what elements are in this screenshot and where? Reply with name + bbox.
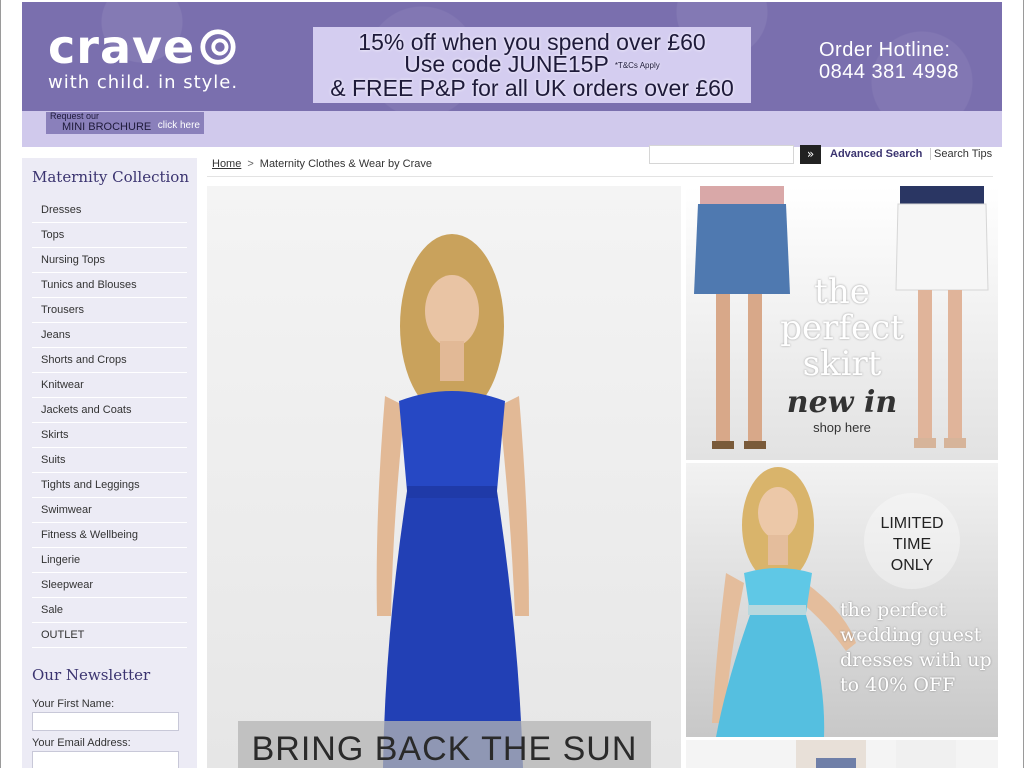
email-field[interactable] bbox=[32, 751, 179, 768]
model-blue-dress-image bbox=[376, 234, 529, 768]
skirt-banner-text: the perfect skirt new in shop here bbox=[686, 274, 998, 435]
wedding-banner-text: the perfect wedding guest dresses with u… bbox=[840, 599, 992, 696]
divider bbox=[207, 176, 993, 177]
email-label: Your Email Address: bbox=[32, 737, 131, 749]
breadcrumb-separator: > bbox=[247, 158, 254, 170]
category-list: Dresses Tops Nursing Tops Tunics and Blo… bbox=[32, 198, 187, 648]
search-go-button[interactable]: » bbox=[800, 145, 821, 164]
limited-line-3: ONLY bbox=[890, 557, 934, 574]
breadcrumb-home-link[interactable]: Home bbox=[212, 158, 241, 170]
category-dresses[interactable]: Dresses bbox=[32, 198, 187, 223]
promo-banner[interactable]: 15% off when you spend over £60 Use code… bbox=[313, 27, 751, 103]
category-swimwear[interactable]: Swimwear bbox=[32, 498, 187, 523]
category-trousers[interactable]: Trousers bbox=[32, 298, 187, 323]
advanced-search-link[interactable]: Advanced Search bbox=[830, 148, 922, 160]
hotline-number: 0844 381 4998 bbox=[819, 61, 959, 83]
limited-line-2: TIME bbox=[892, 536, 932, 553]
mini-brochure-button[interactable]: Request our MINI BROCHURE click here bbox=[46, 111, 204, 134]
shop-here-link[interactable]: shop here bbox=[686, 420, 998, 435]
skirt-line-2: perfect bbox=[780, 308, 904, 348]
breadcrumb-current: Maternity Clothes & Wear by Crave bbox=[259, 158, 432, 170]
site-header: crave with child. in style. 15% off when… bbox=[22, 2, 1002, 111]
category-tunics-and-blouses[interactable]: Tunics and Blouses bbox=[32, 273, 187, 298]
perfect-skirt-banner[interactable]: the perfect skirt new in shop here bbox=[686, 186, 998, 460]
promo-line-3: & FREE P&P for all UK orders over £60 bbox=[330, 74, 734, 101]
skirt-line-3: skirt bbox=[802, 344, 882, 384]
tagline: with child. in style. bbox=[48, 72, 239, 93]
order-hotline: Order Hotline: 0844 381 4998 bbox=[819, 39, 959, 83]
promo-line-2: Use code JUNE15P *T&Cs Apply bbox=[313, 53, 751, 77]
brochure-line-2: MINI BROCHURE bbox=[62, 121, 152, 133]
breadcrumb: Home > Maternity Clothes & Wear by Crave bbox=[212, 158, 432, 170]
category-knitwear[interactable]: Knitwear bbox=[32, 373, 187, 398]
logo-text: crave bbox=[48, 20, 196, 74]
promo-model-image bbox=[796, 740, 956, 768]
swirl-icon bbox=[200, 29, 236, 65]
hero-banner[interactable]: BRING BACK THE SUN bbox=[207, 186, 681, 768]
category-outlet[interactable]: OUTLET bbox=[32, 623, 187, 648]
search-tips-link[interactable]: Search Tips bbox=[930, 148, 992, 160]
category-suits[interactable]: Suits bbox=[32, 448, 187, 473]
category-fitness-wellbeing[interactable]: Fitness & Wellbeing bbox=[32, 523, 187, 548]
third-promo-banner[interactable] bbox=[686, 740, 998, 768]
limited-time-badge: LIMITED TIME ONLY bbox=[862, 513, 962, 576]
category-sleepwear[interactable]: Sleepwear bbox=[32, 573, 187, 598]
category-shorts-and-crops[interactable]: Shorts and Crops bbox=[32, 348, 187, 373]
category-tights-and-leggings[interactable]: Tights and Leggings bbox=[32, 473, 187, 498]
hotline-label: Order Hotline: bbox=[819, 39, 951, 61]
first-name-field[interactable] bbox=[32, 712, 179, 731]
promo-code-text: Use code JUNE15P bbox=[404, 51, 609, 77]
newsletter-title: Our Newsletter bbox=[32, 666, 151, 684]
skirt-line-1: the bbox=[814, 272, 870, 312]
category-skirts[interactable]: Skirts bbox=[32, 423, 187, 448]
sub-bar: Request our MINI BROCHURE click here bbox=[22, 111, 1002, 147]
promo-tcs: *T&Cs Apply bbox=[614, 60, 660, 70]
category-lingerie[interactable]: Lingerie bbox=[32, 548, 187, 573]
hero-caption-text: BRING BACK THE SUN bbox=[251, 730, 638, 768]
category-jackets-and-coats[interactable]: Jackets and Coats bbox=[32, 398, 187, 423]
hero-caption: BRING BACK THE SUN bbox=[238, 721, 651, 768]
maternity-collection-title: Maternity Collection bbox=[32, 168, 190, 186]
wedding-guest-banner[interactable]: LIMITED TIME ONLY the perfect wedding gu… bbox=[686, 463, 998, 737]
sidebar: Maternity Collection Dresses Tops Nursin… bbox=[22, 158, 197, 768]
category-sale[interactable]: Sale bbox=[32, 598, 187, 623]
search-input[interactable] bbox=[649, 145, 794, 164]
limited-line-1: LIMITED bbox=[880, 515, 944, 532]
promo-line-1: 15% off when you spend over £60 bbox=[358, 29, 706, 55]
category-nursing-tops[interactable]: Nursing Tops bbox=[32, 248, 187, 273]
double-chevron-right-icon: » bbox=[806, 147, 815, 161]
logo[interactable]: crave with child. in style. bbox=[48, 24, 238, 93]
brochure-cta: click here bbox=[157, 120, 200, 131]
brochure-line-1: Request our bbox=[50, 111, 100, 121]
skirt-line-4: new in bbox=[786, 385, 898, 420]
category-tops[interactable]: Tops bbox=[32, 223, 187, 248]
category-jeans[interactable]: Jeans bbox=[32, 323, 187, 348]
first-name-label: Your First Name: bbox=[32, 698, 115, 710]
